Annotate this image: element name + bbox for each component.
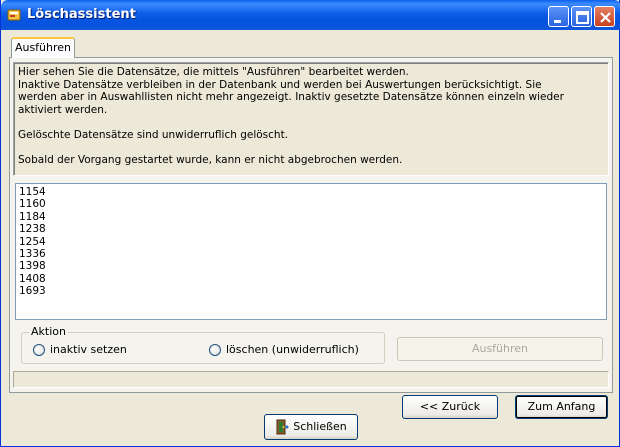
list-item[interactable]: 1154 [19, 186, 603, 198]
radio-inactive-label: inaktiv setzen [50, 343, 127, 356]
minimize-icon [554, 20, 561, 23]
title-bar[interactable]: Löschassistent [1, 0, 620, 30]
close-icon [600, 12, 611, 23]
record-list[interactable]: 1154 1160 1184 1238 1254 1336 1398 1408 1693 [15, 183, 607, 320]
close-button[interactable]: Schließen [264, 414, 358, 440]
close-button-label: Schließen [293, 420, 347, 433]
radio-delete-label: löschen (unwiderruflich) [226, 343, 359, 356]
list-item[interactable]: 1408 [19, 273, 603, 285]
exit-door-icon [276, 419, 290, 435]
list-item[interactable]: 1238 [19, 223, 603, 235]
back-button[interactable]: << Zurück [402, 395, 498, 419]
info-box: Hier sehen Sie die Datensätze, die mitte… [13, 62, 609, 176]
tab-ausfuehren[interactable]: Ausführen [11, 37, 75, 58]
action-legend: Aktion [29, 325, 68, 338]
list-item[interactable]: 1160 [19, 198, 603, 210]
list-item[interactable]: 1693 [19, 285, 603, 297]
app-icon [7, 9, 21, 21]
radio-button-icon[interactable] [209, 343, 221, 356]
list-item[interactable]: 1184 [19, 211, 603, 223]
window-title: Löschassistent [27, 7, 136, 22]
list-item[interactable]: 1254 [19, 236, 603, 248]
start-button[interactable]: Zum Anfang [515, 395, 608, 419]
list-item[interactable]: 1398 [19, 260, 603, 272]
wizard-window: Löschassistent Ausführen Hier sehen Sie … [0, 0, 620, 447]
radio-button-icon[interactable] [33, 343, 45, 356]
maximize-icon [576, 11, 589, 24]
info-text: Hier sehen Sie die Datensätze, die mitte… [18, 66, 564, 166]
radio-inactive[interactable]: inaktiv setzen [33, 343, 127, 356]
list-item[interactable]: 1336 [19, 248, 603, 260]
radio-delete[interactable]: löschen (unwiderruflich) [209, 343, 359, 356]
maximize-button[interactable] [571, 6, 592, 27]
minimize-button[interactable] [548, 6, 569, 27]
status-bar [13, 371, 609, 388]
execute-button[interactable]: Ausführen [397, 337, 603, 361]
close-window-button[interactable] [594, 6, 615, 27]
